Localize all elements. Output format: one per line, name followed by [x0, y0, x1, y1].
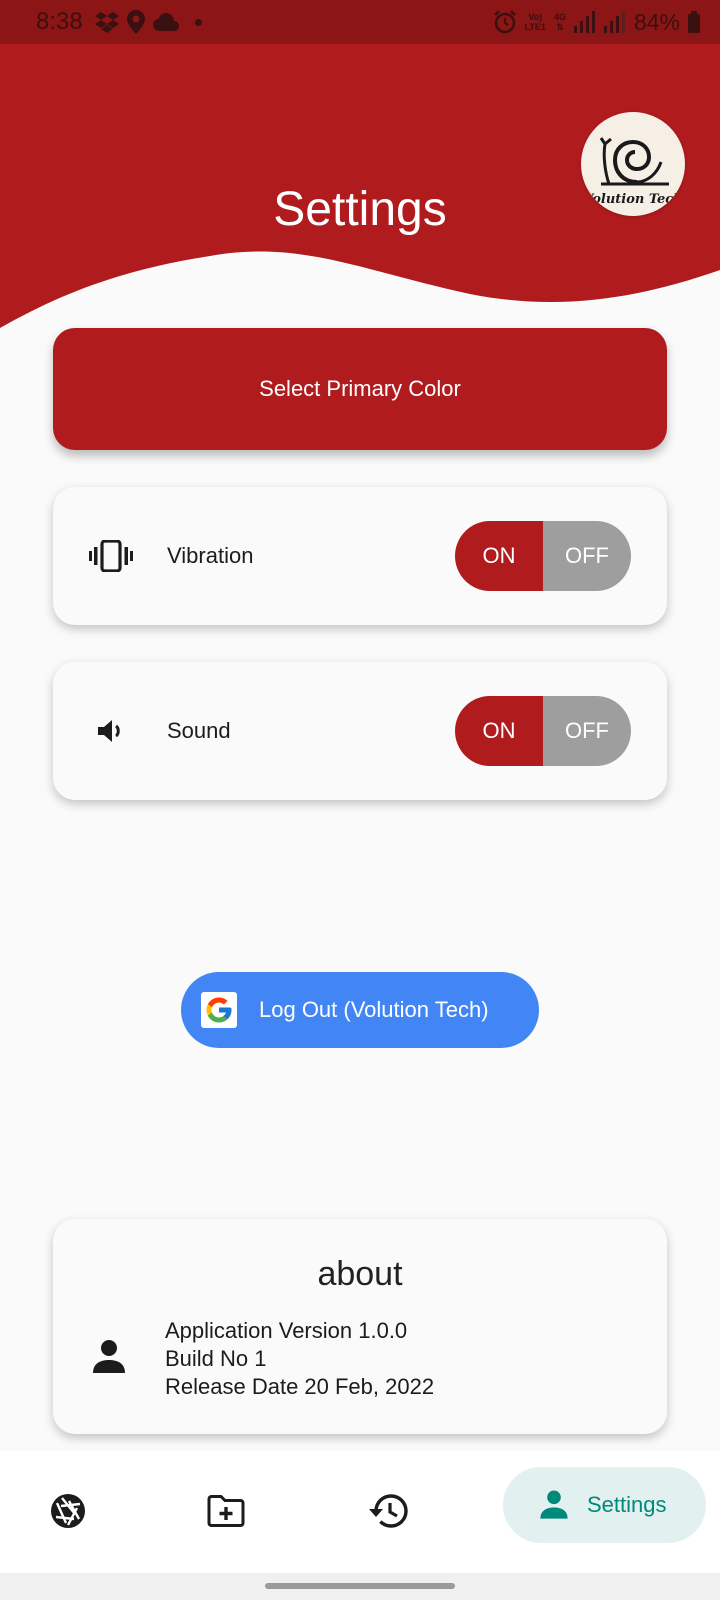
status-time: 8:38 [36, 8, 83, 35]
logout-button[interactable]: Log Out (Volution Tech) [181, 972, 539, 1048]
vibration-toggle-off[interactable]: OFF [543, 521, 631, 591]
dropbox-icon [94, 12, 119, 33]
nav-add-folder[interactable] [198, 1479, 254, 1543]
build-number: Build No 1 [165, 1346, 267, 1371]
volte-bottom: LTE1 [524, 22, 546, 32]
vibration-icon [89, 534, 133, 578]
volte-top: Vo) [528, 12, 543, 22]
status-bar: 8:38 Vo) LTE1 4G ⇅ 84% [0, 0, 720, 44]
notification-dot-icon [194, 18, 202, 26]
signal-icon [573, 11, 595, 33]
nav-history[interactable] [360, 1479, 416, 1543]
about-card: about Application Version 1.0.0 Build No… [53, 1219, 667, 1434]
volte-indicator: Vo) LTE1 [525, 12, 546, 32]
vibration-toggle[interactable]: ON OFF [455, 521, 631, 591]
sound-row: Sound ON OFF [53, 662, 667, 800]
cloud-icon [152, 13, 179, 31]
google-icon [201, 992, 237, 1028]
sound-toggle-on[interactable]: ON [455, 696, 543, 766]
system-nav-bar [0, 1573, 720, 1600]
logo-text: Volution Tech [583, 192, 683, 207]
vibration-row: Vibration ON OFF [53, 487, 667, 625]
about-title: about [317, 1255, 403, 1293]
sound-toggle-off[interactable]: OFF [543, 696, 631, 766]
location-icon [126, 10, 145, 34]
sound-card: Sound ON OFF [53, 662, 667, 800]
person-icon [93, 1340, 125, 1373]
bottom-nav: Settings [0, 1451, 720, 1573]
person-icon [540, 1490, 568, 1519]
network-type: 4G [553, 12, 566, 22]
data-arrows-icon: ⇅ [556, 22, 564, 32]
release-date: Release Date 20 Feb, 2022 [165, 1374, 435, 1399]
status-right: Vo) LTE1 4G ⇅ 84% [493, 9, 700, 36]
battery-percent: 84% [633, 8, 680, 35]
history-icon [369, 1494, 408, 1528]
sound-toggle[interactable]: ON OFF [455, 696, 631, 766]
home-indicator[interactable] [265, 1583, 455, 1589]
alarm-icon [493, 10, 516, 34]
brand-logo: Volution Tech [581, 112, 685, 216]
nav-settings-label: Settings [587, 1492, 667, 1517]
vibration-label: Vibration [167, 543, 254, 568]
logout-label: Log Out (Volution Tech) [259, 997, 489, 1022]
folder-add-icon [207, 1495, 245, 1527]
camera-shutter-icon [51, 1494, 85, 1528]
status-left: 8:38 [36, 8, 202, 36]
vibration-card: Vibration ON OFF [53, 487, 667, 625]
about-details: Application Version 1.0.0 Build No 1 Rel… [165, 1317, 434, 1401]
sound-label: Sound [167, 718, 231, 743]
vibration-toggle-on[interactable]: ON [455, 521, 543, 591]
nav-camera[interactable] [40, 1479, 96, 1543]
volume-icon [89, 709, 133, 753]
app-version: Application Version 1.0.0 [165, 1318, 408, 1343]
battery-icon [688, 11, 700, 33]
select-primary-color-button[interactable]: Select Primary Color [53, 328, 667, 450]
signal-icon-2 [603, 11, 625, 33]
network-type-indicator: 4G ⇅ [554, 12, 566, 32]
nav-settings[interactable]: Settings [503, 1467, 706, 1543]
